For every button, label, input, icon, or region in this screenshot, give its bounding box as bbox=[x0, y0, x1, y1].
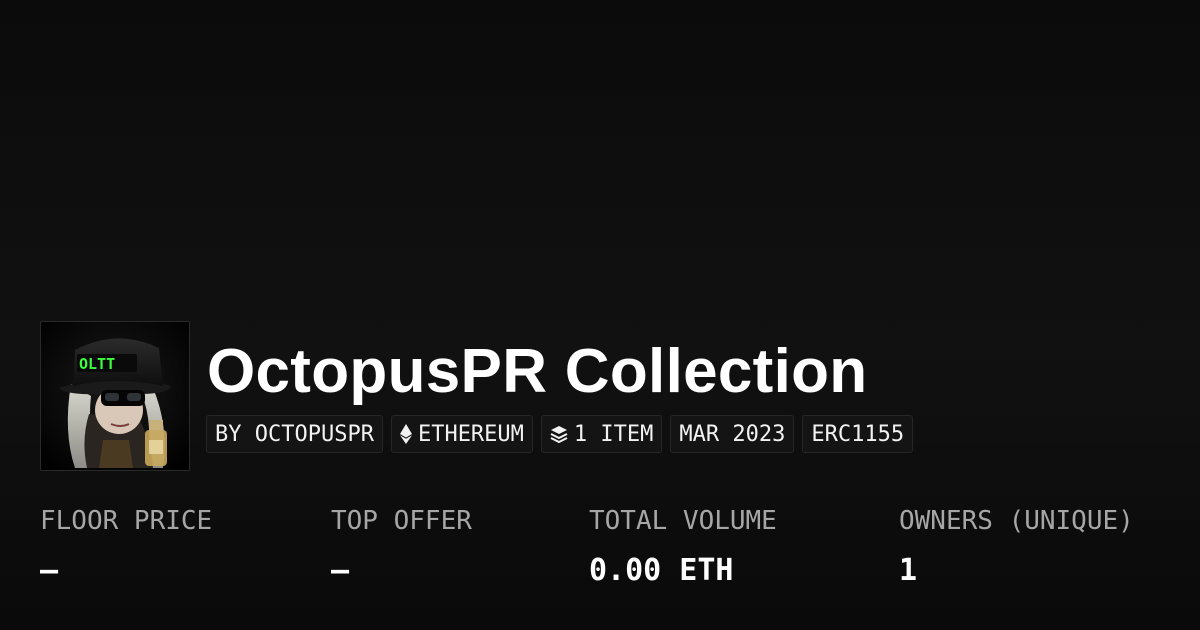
creator-label: BY OCTOPUSPR bbox=[215, 421, 374, 447]
total-volume-value: 0.00 ETH bbox=[589, 553, 734, 588]
standard-chip: ERC1155 bbox=[802, 415, 914, 453]
layers-icon bbox=[550, 425, 568, 443]
creator-chip[interactable]: BY OCTOPUSPR bbox=[206, 415, 383, 453]
items-label: 1 ITEM bbox=[573, 421, 654, 447]
stat-total-volume: TOTAL VOLUME 0.00 ETH bbox=[589, 503, 777, 589]
standard-label: ERC1155 bbox=[811, 421, 905, 447]
top-offer-value: – bbox=[331, 553, 350, 588]
floor-price-value: – bbox=[40, 553, 59, 588]
items-chip: 1 ITEM bbox=[540, 415, 663, 453]
owners-label: OWNERS (UNIQUE) bbox=[899, 506, 1134, 536]
avatar-image: OLTT bbox=[41, 322, 189, 470]
collection-avatar: OLTT bbox=[40, 321, 190, 471]
collection-title: OctopusPR Collection bbox=[207, 337, 868, 406]
stat-top-offer: TOP OFFER – bbox=[331, 503, 472, 589]
total-volume-label: TOTAL VOLUME bbox=[589, 506, 777, 536]
owners-value: 1 bbox=[899, 553, 918, 588]
chain-label: ETHEREUM bbox=[417, 421, 524, 447]
ethereum-icon bbox=[399, 424, 412, 444]
avatar-hat-text: OLTT bbox=[79, 355, 115, 373]
top-offer-label: TOP OFFER bbox=[331, 506, 472, 536]
chain-chip: ETHEREUM bbox=[390, 415, 533, 453]
date-label: MAR 2023 bbox=[679, 421, 786, 447]
floor-price-label: FLOOR PRICE bbox=[40, 506, 213, 536]
stat-floor-price: FLOOR PRICE – bbox=[40, 503, 212, 589]
stat-owners: OWNERS (UNIQUE) 1 bbox=[899, 503, 1134, 589]
collection-meta-chips: BY OCTOPUSPR ETHEREUM 1 ITEM MAR 2023 ER… bbox=[206, 415, 914, 453]
date-chip: MAR 2023 bbox=[670, 415, 795, 453]
